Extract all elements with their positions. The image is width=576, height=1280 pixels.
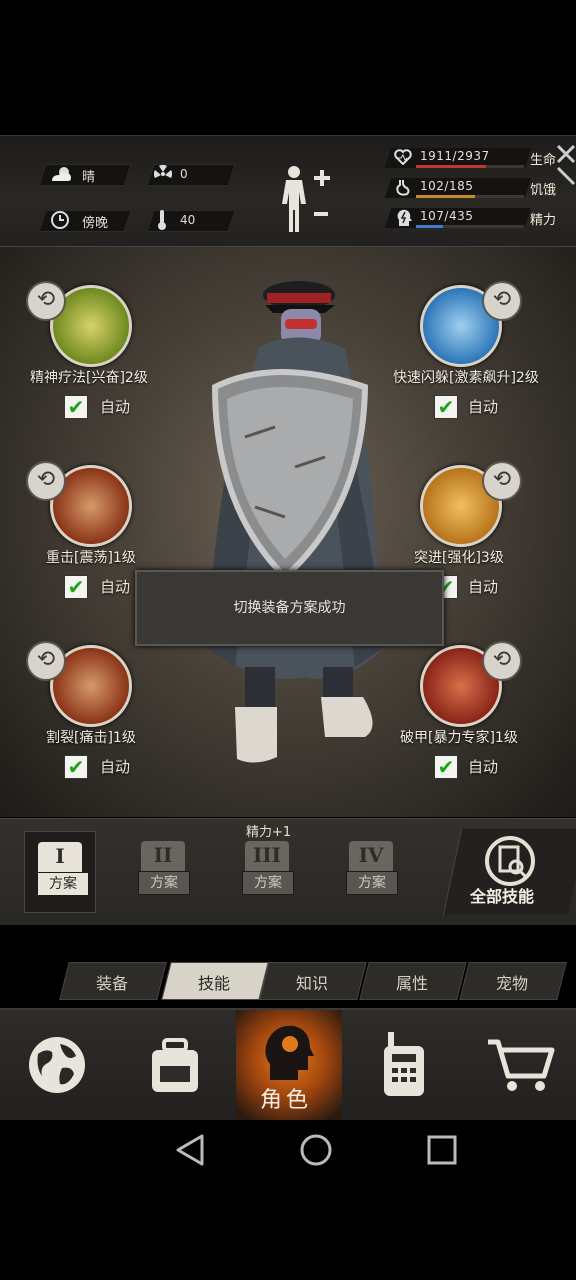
skill-name-2: 快速闪躲[激素飙升]2级 bbox=[393, 370, 539, 386]
plan-1-numeral: I bbox=[55, 844, 65, 868]
tab-knowledge-label: 知识 bbox=[295, 974, 328, 993]
character-panel: ⟲ 精神疗法[兴奋]2级 ✔ 自动 ⟲ 快速闪躲[激素飙升]2级 ✔ 自动 ⟲ … bbox=[0, 247, 576, 817]
back-icon[interactable] bbox=[172, 1132, 208, 1168]
temperature-value: 40 bbox=[180, 213, 196, 227]
plan-2-label: 方案 bbox=[138, 871, 190, 895]
hunger-label: 饥饿 bbox=[530, 183, 557, 198]
auto-label-1: 自动 bbox=[100, 398, 131, 416]
nav-inventory-button[interactable] bbox=[118, 1010, 234, 1120]
energy-bar bbox=[416, 225, 524, 228]
plan-4-label: 方案 bbox=[346, 871, 398, 895]
auto-checkbox-2[interactable]: ✔ bbox=[434, 395, 458, 419]
plan-4-numeral: IV bbox=[358, 843, 384, 867]
clock-icon bbox=[51, 211, 69, 229]
health-bar bbox=[416, 165, 524, 168]
recents-icon[interactable] bbox=[424, 1132, 460, 1168]
auto-label-6: 自动 bbox=[468, 758, 499, 776]
auto-label-5: 自动 bbox=[100, 758, 131, 776]
plan-2-button[interactable]: II 方案 bbox=[128, 831, 198, 907]
shopping-cart-icon bbox=[488, 1039, 555, 1091]
all-skills-button[interactable]: 全部技能 bbox=[470, 883, 534, 907]
skill-name-3: 重击[震荡]1级 bbox=[46, 550, 136, 566]
walkie-talkie-icon bbox=[384, 1032, 424, 1096]
swap-icon[interactable]: ⟲ bbox=[482, 281, 522, 321]
skill-name-5: 割裂[痛击]1级 bbox=[46, 730, 136, 746]
plan-2-numeral: II bbox=[153, 843, 173, 867]
head-bolt-icon bbox=[397, 209, 412, 226]
skill-name-1: 精神疗法[兴奋]2级 bbox=[30, 370, 148, 386]
thermometer-icon bbox=[158, 210, 166, 230]
bottom-nav: 角色 bbox=[0, 1008, 576, 1120]
nav-character-label: 角色 bbox=[260, 1088, 313, 1113]
plan-1-button[interactable]: I 方案 bbox=[24, 831, 96, 913]
nav-shop-button[interactable] bbox=[462, 1010, 576, 1120]
nav-map-button[interactable] bbox=[0, 1010, 116, 1120]
skill-name-4: 突进[强化]3级 bbox=[414, 550, 504, 566]
close-x-icon[interactable] bbox=[556, 138, 576, 190]
auto-label-4: 自动 bbox=[468, 578, 499, 596]
body-status-icon[interactable] bbox=[278, 164, 334, 234]
globe-icon bbox=[29, 1037, 85, 1093]
system-nav-bar bbox=[0, 1120, 576, 1280]
swap-icon[interactable]: ⟲ bbox=[26, 281, 66, 321]
auto-checkbox-6[interactable]: ✔ bbox=[434, 755, 458, 779]
tab-equipment-label: 装备 bbox=[95, 974, 128, 993]
stomach-icon bbox=[396, 180, 410, 196]
tab-pets-label: 宠物 bbox=[495, 974, 528, 993]
plan-4-button[interactable]: IV 方案 bbox=[336, 831, 406, 907]
plan-3-label: 方案 bbox=[242, 871, 294, 895]
radiation-value: 0 bbox=[180, 167, 188, 181]
tab-attributes-label: 属性 bbox=[395, 974, 428, 993]
energy-label: 精力 bbox=[530, 213, 557, 228]
plan-1-label: 方案 bbox=[37, 872, 89, 896]
plan-bar: 精力+1 I 方案 II 方案 III 方案 IV 方案 全部技能 bbox=[0, 818, 576, 925]
character-head-icon bbox=[265, 1025, 314, 1080]
plan-3-button[interactable]: III 方案 bbox=[232, 831, 302, 907]
toast-message: 切换装备方案成功 bbox=[135, 570, 444, 646]
status-panel: 晴 0 傍晚 40 1911/2937 生命 102/185 饥饿 107/43… bbox=[0, 135, 576, 248]
character-figure[interactable] bbox=[195, 267, 395, 777]
home-icon[interactable] bbox=[298, 1132, 334, 1168]
tab-bar: 装备 技能 知识 属性 宠物 bbox=[59, 962, 570, 1000]
nav-character-button[interactable]: 角色 bbox=[236, 1010, 342, 1120]
skill-name-6: 破甲[暴力专家]1级 bbox=[400, 730, 518, 746]
swap-icon[interactable]: ⟲ bbox=[26, 641, 66, 681]
auto-checkbox-3[interactable]: ✔ bbox=[64, 575, 88, 599]
tab-skills-label: 技能 bbox=[197, 974, 230, 993]
nav-radio-button[interactable] bbox=[344, 1010, 460, 1120]
backpack-icon bbox=[152, 1038, 198, 1092]
search-document-icon bbox=[485, 836, 535, 886]
weather-text: 晴 bbox=[82, 170, 96, 185]
auto-label-3: 自动 bbox=[100, 578, 131, 596]
energy-value: 107/435 bbox=[420, 209, 474, 223]
heart-icon bbox=[394, 149, 412, 165]
time-text: 傍晚 bbox=[82, 216, 109, 231]
swap-icon[interactable]: ⟲ bbox=[482, 461, 522, 501]
swap-icon[interactable]: ⟲ bbox=[482, 641, 522, 681]
radiation-icon bbox=[154, 165, 172, 178]
auto-checkbox-5[interactable]: ✔ bbox=[64, 755, 88, 779]
cloud-sun-icon bbox=[52, 167, 71, 181]
health-label: 生命 bbox=[530, 153, 557, 168]
hunger-bar bbox=[416, 195, 524, 198]
auto-checkbox-1[interactable]: ✔ bbox=[64, 395, 88, 419]
plan-3-numeral: III bbox=[252, 843, 282, 867]
hunger-value: 102/185 bbox=[420, 179, 474, 193]
auto-label-2: 自动 bbox=[468, 398, 499, 416]
health-value: 1911/2937 bbox=[420, 149, 490, 163]
swap-icon[interactable]: ⟲ bbox=[26, 461, 66, 501]
